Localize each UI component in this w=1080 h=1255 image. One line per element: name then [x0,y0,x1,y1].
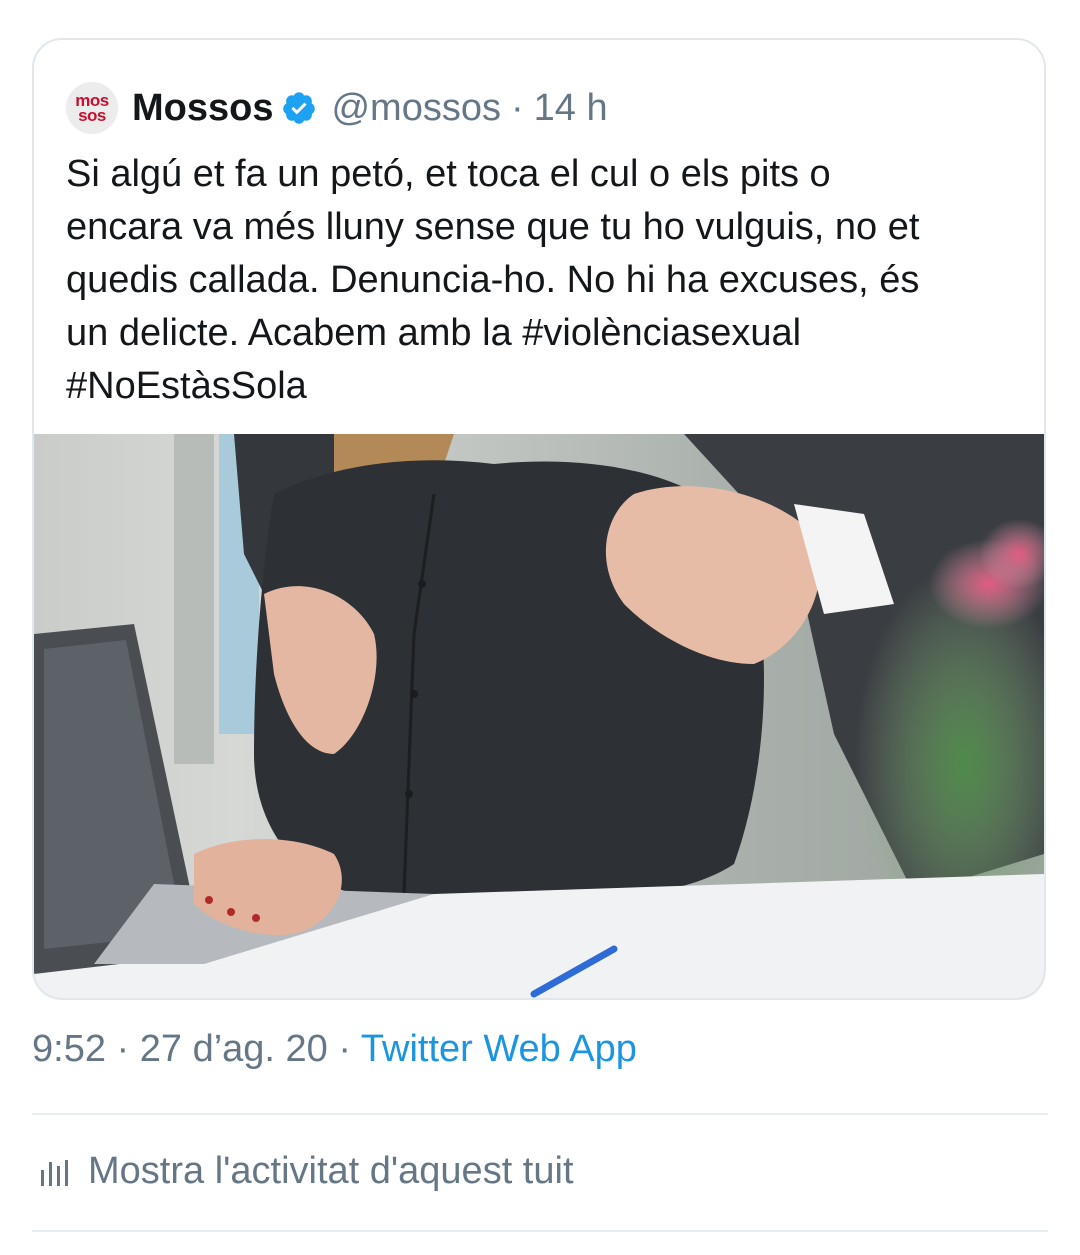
avatar[interactable]: mos sos [66,82,118,134]
tweet-source-link[interactable]: Twitter Web App [361,1028,637,1070]
tweet-text: Si algú et fa un petó, et toca el cul o … [66,153,920,407]
photo-illustration [34,434,1044,998]
divider [32,1113,1048,1115]
verified-badge-icon [283,92,316,124]
analytics-icon [41,1159,68,1186]
meta-separator-2: · [327,1028,361,1070]
quoted-tweet-header: mos sos Mossos @mossos · 14 h [66,76,608,140]
quoted-tweet-card[interactable]: mos sos Mossos @mossos · 14 h Si algú et… [32,38,1046,1000]
tweet-meta: 9:52 · 27 d’ag. 20 · Twitter Web App [32,1028,637,1071]
display-name[interactable]: Mossos [132,87,273,130]
header-separator: · [510,86,524,129]
meta-separator-1: · [105,1028,140,1070]
tweet-photo[interactable] [34,434,1044,998]
view-activity-label: Mostra l'activitat d'aquest tuit [88,1150,574,1192]
tweet-time[interactable]: 9:52 [32,1028,106,1070]
time-ago[interactable]: 14 h [534,87,608,130]
handle[interactable]: @mossos [331,87,501,130]
tweet-date[interactable]: 27 d’ag. 20 [140,1028,328,1070]
avatar-text-bottom: sos [78,106,106,125]
view-activity-button[interactable]: Mostra l'activitat d'aquest tuit [38,1150,574,1193]
divider [32,1230,1048,1232]
